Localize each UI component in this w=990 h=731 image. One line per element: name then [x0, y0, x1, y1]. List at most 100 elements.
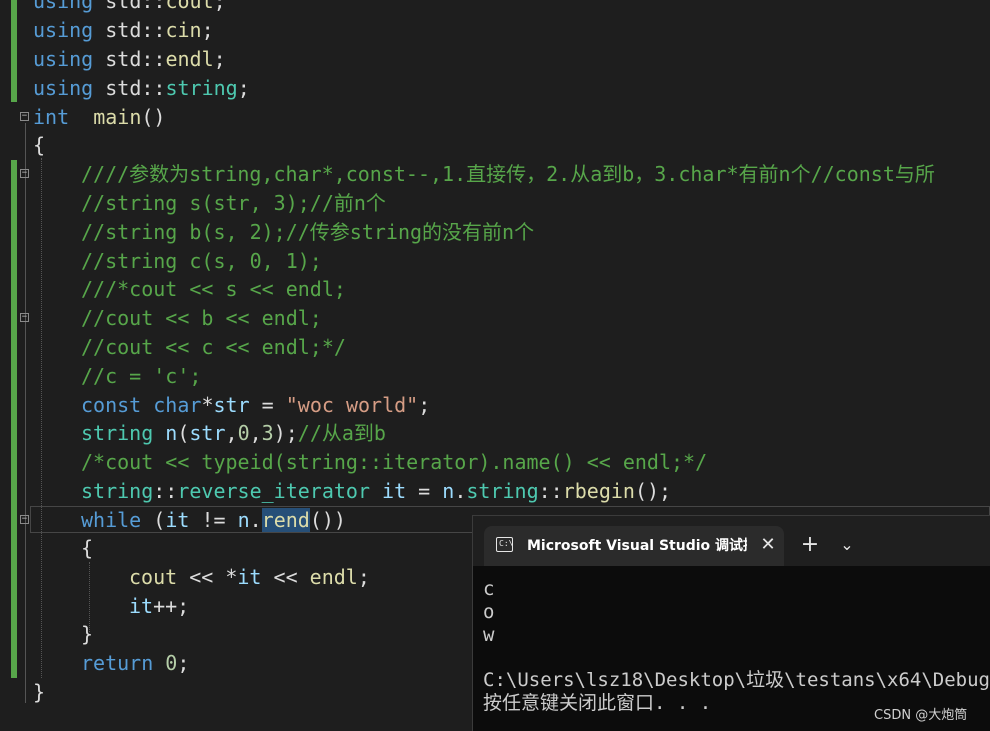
token-number: 0 — [237, 421, 250, 445]
token-function: main — [93, 105, 142, 129]
code-comment: //cout << b << endl; — [81, 306, 322, 330]
code-text: string n(str,0,3);//从a到b — [81, 421, 386, 446]
token-variable: it — [165, 508, 190, 532]
token-text: ); — [273, 421, 298, 445]
token-text: () — [141, 105, 166, 129]
console-output-line: c — [483, 578, 495, 600]
token-keyword: int — [33, 105, 70, 129]
token-text: ( — [177, 421, 190, 445]
code-text: } — [33, 680, 45, 705]
code-text: { — [33, 133, 45, 158]
token-function: cout — [165, 0, 214, 13]
token-text: std:: — [93, 0, 166, 13]
close-tab-icon[interactable]: ✕ — [756, 533, 780, 557]
token-type: string — [81, 479, 154, 503]
code-text: cout << *it << endl; — [129, 565, 370, 590]
token-brace: } — [33, 680, 46, 704]
console-tab-strip: C:\ Microsoft Visual Studio 调试控制台 ✕ + ⌄ — [473, 516, 990, 566]
code-line-6: { — [0, 131, 990, 160]
console-output-line: w — [483, 624, 495, 646]
token-text: ()) — [309, 508, 346, 532]
code-line-2: using std::cin; — [0, 16, 990, 45]
token-type: reverse_iterator — [177, 479, 370, 503]
token-text: ; — [201, 18, 214, 42]
token-number: 3 — [261, 421, 274, 445]
token-function: endl — [309, 565, 358, 589]
token-text: * — [201, 393, 214, 417]
code-text: string::reverse_iterator it = n.string::… — [81, 479, 671, 504]
console-output-line: C:\Users\lsz18\Desktop\垃圾\testans\x64\De… — [483, 669, 990, 691]
code-comment: //string b(s, 2);//传参string的没有前n个 — [81, 220, 535, 244]
token-string: "woc world" — [285, 393, 419, 417]
token-variable: str — [189, 421, 226, 445]
debug-console-window[interactable]: C:\ Microsoft Visual Studio 调试控制台 ✕ + ⌄ … — [472, 515, 990, 731]
token-text: std:: — [93, 18, 166, 42]
code-line-5: − int main() — [0, 103, 990, 132]
token-keyword: using — [33, 18, 94, 42]
token-variable: it — [129, 594, 154, 618]
token-keyword: using — [33, 76, 94, 100]
code-comment: ////参数为string,char*,const--,1.直接传，2.从a到b… — [81, 162, 935, 186]
token-function: endl — [165, 47, 214, 71]
token-text: ( — [141, 508, 166, 532]
code-line-9: //string b(s, 2);//传参string的没有前n个 — [0, 218, 990, 247]
console-output-line: o — [483, 601, 495, 623]
token-number: 0 — [165, 651, 178, 675]
fold-toggle-icon[interactable]: − — [20, 515, 29, 524]
code-comment: /*cout << typeid(string::iterator).name(… — [81, 450, 708, 474]
token-text: :: — [538, 479, 563, 503]
token-text: = — [249, 393, 286, 417]
code-comment: //string c(s, 0, 1); — [81, 249, 322, 273]
code-line-3: using std::endl; — [0, 45, 990, 74]
chevron-down-icon[interactable]: ⌄ — [835, 532, 859, 558]
token-text: ; — [237, 76, 250, 100]
token-text: :: — [153, 479, 178, 503]
token-text: << * — [177, 565, 238, 589]
token-keyword: const — [81, 393, 142, 417]
token-text: std:: — [93, 47, 166, 71]
token-brace: } — [81, 622, 94, 646]
code-line-8: //string s(str, 3);//前n个 — [0, 189, 990, 218]
fold-toggle-icon[interactable]: − — [20, 169, 29, 178]
token-text: std:: — [93, 76, 166, 100]
code-text: { — [81, 536, 93, 561]
console-output-line: 按任意键关闭此窗口. . . — [483, 692, 712, 714]
fold-toggle-icon[interactable]: − — [20, 313, 29, 322]
token-keyword: using — [33, 47, 94, 71]
token-variable: n — [165, 421, 178, 445]
token-text: ; — [357, 565, 370, 589]
token-text: . — [454, 479, 467, 503]
token-text: = — [406, 479, 443, 503]
token-text: ; — [213, 47, 226, 71]
fold-toggle-icon[interactable]: − — [20, 112, 29, 121]
token-text: (); — [634, 479, 672, 503]
code-line-14: //c = 'c'; — [0, 362, 990, 391]
token-text: ; — [418, 393, 431, 417]
code-comment: //string s(str, 3);//前n个 — [81, 191, 386, 215]
code-line-18: string::reverse_iterator it = n.string::… — [0, 477, 990, 506]
token-text: , — [249, 421, 262, 445]
code-text: const char*str = "woc world"; — [81, 393, 430, 418]
token-variable: n — [237, 508, 250, 532]
token-variable: str — [213, 393, 250, 417]
token-text: , — [225, 421, 238, 445]
code-comment: //c = 'c'; — [81, 364, 202, 388]
new-tab-button[interactable]: + — [797, 532, 823, 558]
token-text: ++; — [153, 594, 190, 618]
code-text: int main() — [33, 105, 165, 130]
token-variable: it — [237, 565, 262, 589]
code-text: using std::string; — [33, 76, 250, 101]
token-text: != — [189, 508, 238, 532]
token-text: ; — [213, 0, 226, 13]
code-text: } — [81, 622, 93, 647]
selected-token[interactable]: rend — [261, 508, 310, 532]
console-tab[interactable]: C:\ Microsoft Visual Studio 调试控制台 ✕ — [484, 526, 784, 566]
code-comment: //cout << c << endl;*/ — [81, 335, 346, 359]
console-tab-title: Microsoft Visual Studio 调试控制台 — [527, 538, 747, 554]
code-text: using std::cin; — [33, 18, 214, 43]
code-line-10: //string c(s, 0, 1); — [0, 247, 990, 276]
